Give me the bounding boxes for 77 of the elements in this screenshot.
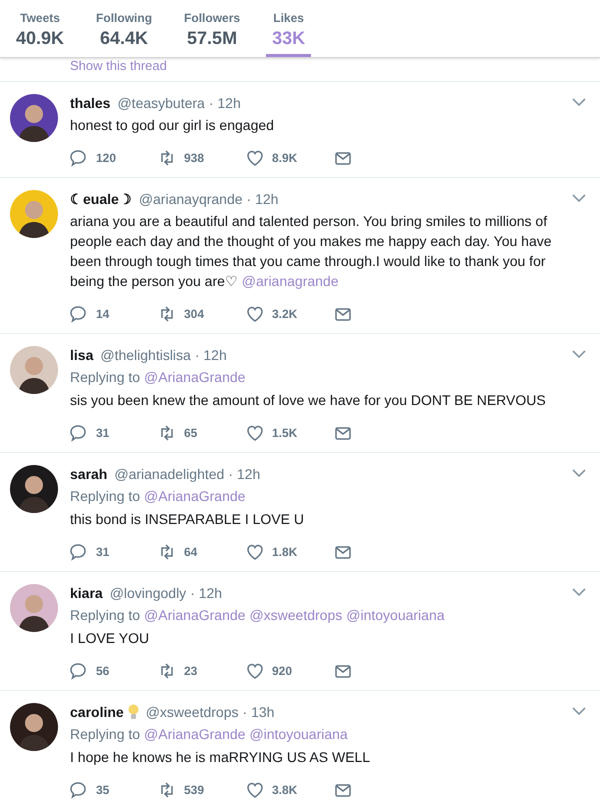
user-handle[interactable]: @arianayqrande	[138, 190, 243, 208]
mention-link[interactable]: @ArianaGrande	[144, 486, 246, 506]
heart-icon[interactable]	[246, 149, 264, 167]
speech-bubble-icon[interactable]	[70, 543, 88, 561]
action-count: 304	[184, 306, 204, 323]
profile-nav-tab[interactable]: Following 64.4K	[90, 0, 158, 57]
action-count: 920	[272, 663, 292, 680]
user-handle[interactable]: @arianadelighted	[114, 465, 224, 483]
chevron-down-icon[interactable]	[572, 588, 586, 597]
timestamp[interactable]: · 12h	[246, 190, 278, 208]
mention-link[interactable]: @ArianaGrande	[144, 724, 246, 744]
chevron-down-icon[interactable]	[572, 707, 586, 716]
heart-icon[interactable]	[246, 781, 264, 799]
user-name[interactable]: lisa	[70, 346, 94, 364]
action-count: 120	[96, 150, 116, 167]
replying-label: Replying to	[70, 725, 140, 744]
speech-bubble-icon[interactable]	[70, 149, 88, 167]
chevron-down-icon[interactable]	[572, 194, 586, 203]
speech-bubble-icon[interactable]	[70, 305, 88, 323]
user-name[interactable]: kiara	[70, 584, 103, 602]
action-count: 539	[184, 782, 204, 799]
replying-label: Replying to	[70, 606, 140, 625]
profile-nav-tab[interactable]: Likes 33K	[266, 0, 312, 57]
timestamp[interactable]: · 12h	[190, 584, 222, 602]
profile-nav-tab[interactable]: Followers 57.5M	[178, 0, 246, 57]
action-count: 35	[96, 782, 110, 799]
speech-bubble-icon[interactable]	[70, 424, 88, 442]
chevron-down-icon[interactable]	[572, 98, 586, 107]
profile-nav-tab[interactable]: Tweets 40.9K	[10, 0, 70, 57]
tweet-text: ariana you are a beautiful and talented person. You bring smiles to millions of people each day and the thought of you makes me happy each day. You have been through tough times that you came through.I would like to thank you for being the person you are♡ @arianagrande	[70, 212, 553, 291]
action-count: 56	[96, 663, 110, 680]
action-count: 14	[96, 306, 110, 323]
tweet-text: sis you been knew the amount of love we have for you DONT BE NERVOUS	[70, 391, 547, 410]
action-count: 938	[184, 150, 204, 167]
replying-label: Replying to	[70, 487, 140, 506]
mention-link[interactable]: @arianagrande	[242, 273, 339, 289]
timestamp[interactable]: · 12h	[228, 465, 260, 483]
action-count: 31	[96, 425, 110, 442]
mention-link[interactable]: @xsweetdrops	[249, 605, 342, 625]
mention-link[interactable]: @intoyouariana	[249, 724, 348, 744]
user-name[interactable]: thales	[70, 94, 110, 112]
mention-link[interactable]: @intoyouariana	[346, 605, 445, 625]
user-name[interactable]: ☾euale☽	[70, 190, 132, 208]
mention-link[interactable]: @ArianaGrande	[144, 367, 246, 387]
action-count: 3.8K	[272, 782, 298, 799]
timestamp[interactable]: · 12h	[194, 346, 227, 364]
heart-icon[interactable]	[246, 543, 264, 561]
action-count: 1.5K	[272, 425, 298, 442]
show-thread-link[interactable]: Show this thread	[70, 58, 167, 73]
heart-icon[interactable]	[246, 305, 264, 323]
heart-icon[interactable]	[246, 424, 264, 442]
chevron-down-icon[interactable]	[572, 350, 586, 359]
tweet-text: I LOVE YOU	[70, 629, 150, 648]
user-handle[interactable]: @lovingodly	[110, 584, 186, 602]
user-handle[interactable]: @thelightislisa	[100, 346, 191, 364]
user-name[interactable]: caroline	[70, 703, 124, 721]
user-name[interactable]: sarah	[70, 465, 108, 483]
user-handle[interactable]: @teasybutera	[117, 94, 205, 112]
mention-link[interactable]: @ArianaGrande	[144, 605, 246, 625]
tweet-text: I hope he knows he is maRRYING US AS WELL	[70, 748, 372, 767]
tweet-text: this bond is INSEPARABLE I LOVE U	[70, 510, 305, 529]
timestamp[interactable]: · 13h	[242, 703, 274, 721]
speech-bubble-icon[interactable]	[70, 662, 88, 680]
action-count: 23	[184, 663, 198, 680]
action-count: 31	[96, 544, 110, 561]
speech-bubble-icon[interactable]	[70, 781, 88, 799]
replying-label: Replying to	[70, 368, 140, 387]
action-count: 1.8K	[272, 544, 298, 561]
action-count: 3.2K	[272, 306, 298, 323]
timestamp[interactable]: · 12h	[208, 94, 241, 112]
tweet-text: honest to god our girl is engaged	[70, 116, 275, 135]
heart-icon[interactable]	[246, 662, 264, 680]
user-handle[interactable]: @xsweetdrops	[146, 703, 239, 721]
action-count: 65	[184, 425, 198, 442]
chevron-down-icon[interactable]	[572, 469, 586, 478]
action-count: 64	[184, 544, 198, 561]
action-count: 8.9K	[272, 150, 298, 167]
